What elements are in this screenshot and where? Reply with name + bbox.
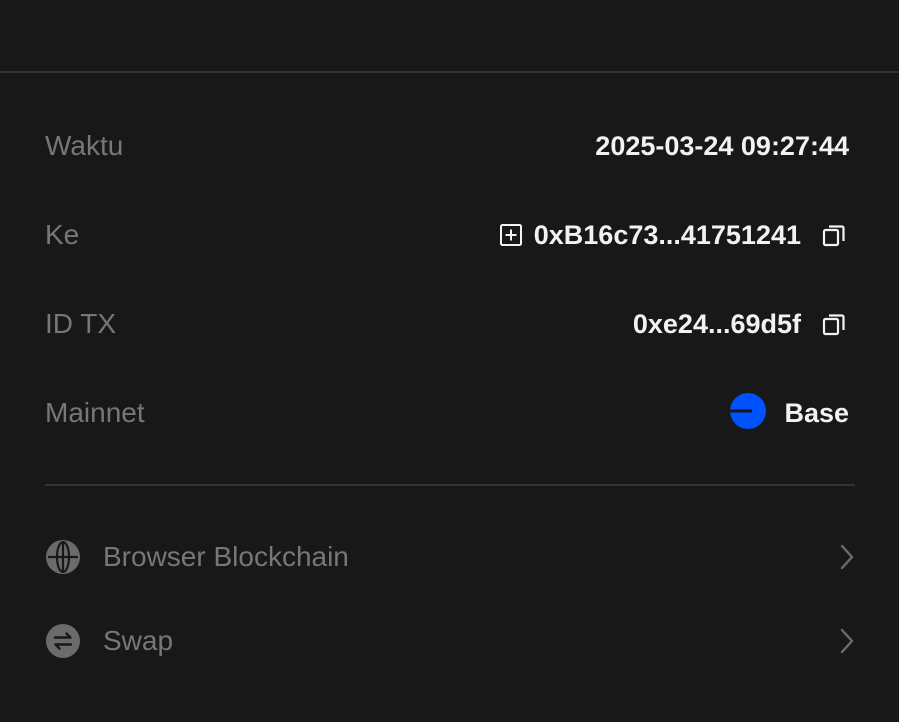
to-label: Ke [45, 219, 80, 250]
tx-id-value: 0xe24...69d5f [632, 308, 801, 339]
tx-id-label: ID TX [45, 308, 117, 339]
to-address-value: 0xB16c73...41751241 [533, 219, 801, 250]
network-value-group: Base [730, 392, 849, 434]
browser-blockchain-link[interactable]: Browser Blockchain [45, 527, 857, 587]
chevron-right-icon [837, 543, 857, 571]
time-row: Waktu 2025-03-24 09:27:44 [45, 121, 849, 171]
to-row: Ke 0xB16c73...41751241 [45, 210, 849, 260]
time-value-group: 2025-03-24 09:27:44 [595, 130, 849, 161]
network-label: Mainnet [45, 397, 145, 428]
time-label: Waktu [45, 130, 124, 161]
tx-id-row: ID TX 0xe24...69d5f [45, 299, 849, 349]
transaction-detail-screen: Waktu 2025-03-24 09:27:44 Ke 0xB16c73...… [0, 0, 899, 722]
chevron-right-icon [837, 627, 857, 655]
copy-address-icon[interactable] [819, 220, 849, 250]
copy-tx-id-icon[interactable] [819, 309, 849, 339]
add-address-icon[interactable] [496, 220, 526, 250]
browser-blockchain-label: Browser Blockchain [103, 541, 349, 572]
section-divider [45, 484, 855, 486]
network-row: Mainnet Base [45, 388, 849, 438]
header-divider [0, 71, 899, 73]
swap-icon [45, 623, 81, 659]
to-value-group: 0xB16c73...41751241 [496, 220, 849, 250]
network-value: Base [784, 397, 849, 428]
swap-label: Swap [103, 625, 174, 656]
tx-id-value-group: 0xe24...69d5f [633, 309, 849, 339]
base-network-icon [730, 392, 767, 434]
globe-icon [45, 539, 81, 575]
swap-link[interactable]: Swap [45, 611, 857, 671]
time-value: 2025-03-24 09:27:44 [595, 130, 849, 161]
